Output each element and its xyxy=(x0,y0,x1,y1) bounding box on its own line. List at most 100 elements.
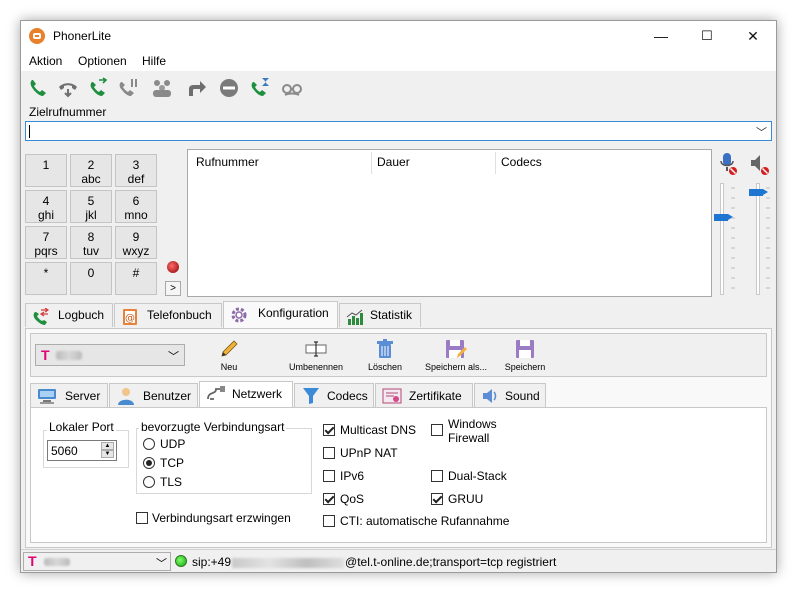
column-header-codecs[interactable]: Codecs xyxy=(501,155,542,169)
gruu-checkbox[interactable] xyxy=(431,493,443,505)
network-cable-icon xyxy=(207,386,225,400)
key-letters: wxyz xyxy=(122,244,150,258)
upnp-nat-checkbox[interactable] xyxy=(323,447,335,459)
config-panel: T ﹀ Neu Umbenennen Löschen Speichern als… xyxy=(25,328,772,548)
spin-up-button[interactable]: ▲ xyxy=(101,442,114,450)
minimize-button[interactable]: — xyxy=(638,21,684,51)
tab-statistik[interactable]: Statistik xyxy=(339,303,421,327)
status-bar: T ﹀ sip:+49 @tel.t-online.de;transport=tc… xyxy=(21,549,776,572)
speaker-mute-icon[interactable] xyxy=(749,152,771,176)
chevron-down-icon[interactable]: ﹀ xyxy=(756,124,767,140)
key-1[interactable]: 1 xyxy=(25,154,67,187)
key-5[interactable]: 5 jkl xyxy=(70,190,112,223)
record-button[interactable] xyxy=(167,261,179,273)
key-4[interactable]: 4 ghi xyxy=(25,190,67,223)
tab-logbuch[interactable]: Logbuch xyxy=(25,303,113,327)
dual-stack-checkbox[interactable] xyxy=(431,470,443,482)
ipv6-checkbox[interactable] xyxy=(323,470,335,482)
tab-sound[interactable]: Sound xyxy=(474,383,546,407)
button-label: Speichern als... xyxy=(424,362,488,372)
speaker-icon xyxy=(483,389,497,403)
funnel-icon xyxy=(303,388,319,404)
conference-icon[interactable] xyxy=(151,77,173,99)
multicast-dns-checkbox[interactable] xyxy=(323,424,335,436)
tab-codecs[interactable]: Codecs xyxy=(294,383,374,407)
call-list[interactable]: Rufnummer Dauer Codecs xyxy=(187,149,712,297)
key-star[interactable]: * xyxy=(25,262,67,295)
maximize-button[interactable]: ☐ xyxy=(684,21,730,51)
tab-netzwerk[interactable]: Netzwerk xyxy=(199,381,293,408)
save-button[interactable]: Speichern xyxy=(495,336,555,376)
key-3[interactable]: 3 def xyxy=(115,154,157,187)
save-as-button[interactable]: Speichern als... xyxy=(423,336,489,376)
key-6[interactable]: 6 mno xyxy=(115,190,157,223)
dial-input[interactable]: ﹀ xyxy=(25,121,772,141)
tab-benutzer[interactable]: Benutzer xyxy=(109,383,198,407)
redacted-phone-number xyxy=(232,557,345,568)
menu-hilfe[interactable]: Hilfe xyxy=(142,54,166,68)
redacted-account-name xyxy=(56,351,82,360)
tab-konfiguration[interactable]: Konfiguration xyxy=(223,301,338,329)
key-2[interactable]: 2 abc xyxy=(70,154,112,187)
callback-icon[interactable] xyxy=(249,77,271,99)
anonymous-icon[interactable] xyxy=(281,77,303,99)
udp-radio[interactable] xyxy=(143,438,155,450)
tab-label: Server xyxy=(65,389,101,403)
call-icon[interactable] xyxy=(27,77,49,99)
network-settings-panel: Lokaler Port 5060 ▲ ▼ bevorzugte Verbind… xyxy=(30,407,767,543)
hangup-icon[interactable] xyxy=(57,77,79,99)
key-digit: 3 xyxy=(132,158,140,172)
mic-slider-ticks xyxy=(731,187,735,289)
rename-button[interactable]: Umbenennen xyxy=(286,336,346,376)
tab-label: Benutzer xyxy=(143,389,192,403)
status-account-select[interactable]: T ﹀ xyxy=(23,552,171,571)
tab-server[interactable]: Server xyxy=(30,383,108,407)
keypad-more-button[interactable]: > xyxy=(165,281,181,296)
accept-call-icon[interactable] xyxy=(87,77,109,99)
key-8[interactable]: 8 tuv xyxy=(70,226,112,259)
speaker-volume-thumb[interactable] xyxy=(749,189,768,196)
telekom-logo: T xyxy=(28,553,37,569)
key-7[interactable]: 7 pqrs xyxy=(25,226,67,259)
phonebook-icon: @ xyxy=(123,309,137,325)
column-header-rufnummer[interactable]: Rufnummer xyxy=(196,155,259,169)
rename-icon xyxy=(305,341,327,357)
key-0[interactable]: 0 xyxy=(70,262,112,295)
cti-checkbox[interactable] xyxy=(323,515,335,527)
mic-volume-slider[interactable] xyxy=(720,183,724,295)
delete-button[interactable]: Löschen xyxy=(355,336,415,376)
dnd-icon[interactable] xyxy=(218,77,240,99)
sip-prefix: sip:+49 xyxy=(192,555,232,569)
redacted-account-name xyxy=(44,558,70,566)
qos-label: QoS xyxy=(340,492,365,506)
sip-suffix: @tel.t-online.de;transport=tcp registrie… xyxy=(345,555,557,569)
speaker-volume-slider[interactable] xyxy=(756,183,760,295)
mic-volume-thumb[interactable] xyxy=(714,214,733,221)
tab-label: Sound xyxy=(505,389,540,403)
account-select[interactable]: T ﹀ xyxy=(35,344,185,366)
tab-telefonbuch[interactable]: @ Telefonbuch xyxy=(114,303,222,327)
key-letters: mno xyxy=(124,208,148,222)
key-letters: pqrs xyxy=(34,244,58,258)
tls-radio[interactable] xyxy=(143,476,155,488)
local-port-label: Lokaler Port xyxy=(47,420,116,434)
toolbar xyxy=(21,72,776,102)
spin-down-button[interactable]: ▼ xyxy=(101,450,114,458)
forward-icon[interactable] xyxy=(185,77,207,99)
windows-firewall-checkbox[interactable] xyxy=(431,424,443,436)
local-port-input[interactable]: 5060 ▲ ▼ xyxy=(47,440,117,461)
hold-icon[interactable] xyxy=(117,77,139,99)
key-9[interactable]: 9 wxyz xyxy=(115,226,157,259)
tcp-radio[interactable] xyxy=(143,457,155,469)
column-header-dauer[interactable]: Dauer xyxy=(377,155,410,169)
key-hash[interactable]: # xyxy=(115,262,157,295)
new-button[interactable]: Neu xyxy=(199,336,259,376)
tab-zertifikate[interactable]: Zertifikate xyxy=(375,383,473,407)
menu-optionen[interactable]: Optionen xyxy=(78,54,127,68)
column-separator xyxy=(371,152,372,174)
qos-checkbox[interactable] xyxy=(323,493,335,505)
menu-aktion[interactable]: Aktion xyxy=(29,54,62,68)
close-button[interactable]: ✕ xyxy=(730,21,776,51)
microphone-mute-icon[interactable] xyxy=(718,152,738,176)
force-connection-checkbox[interactable] xyxy=(136,512,148,524)
